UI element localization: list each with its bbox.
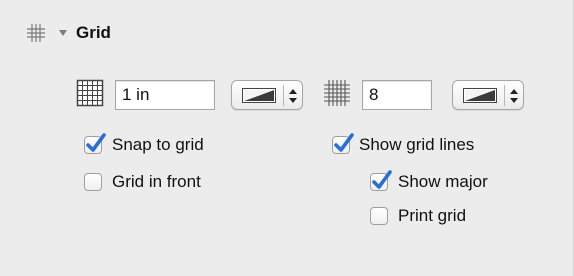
checkbox-label: Print grid bbox=[398, 206, 467, 225]
up-down-stepper-icon bbox=[510, 89, 518, 103]
checkbox-label: Grid in front bbox=[112, 172, 201, 191]
minor-line-color-popup[interactable] bbox=[452, 80, 524, 110]
checkbox-label: Show grid lines bbox=[359, 135, 475, 154]
grid-spacing-icon bbox=[76, 79, 104, 107]
grid-subdivision-icon bbox=[324, 80, 350, 106]
checkbox-box[interactable] bbox=[84, 173, 102, 191]
major-line-color-popup[interactable] bbox=[231, 80, 303, 110]
popup-separator bbox=[283, 85, 284, 106]
snap-to-grid-checkbox[interactable]: Snap to grid bbox=[84, 133, 204, 157]
checkbox-label: Snap to grid bbox=[112, 135, 204, 154]
section-header[interactable]: Grid bbox=[26, 22, 111, 44]
checkbox-box[interactable] bbox=[370, 170, 392, 191]
line-color-swatch bbox=[463, 88, 497, 103]
show-grid-lines-checkbox[interactable]: Show grid lines bbox=[332, 133, 474, 157]
line-color-swatch bbox=[242, 88, 276, 103]
checkbox-label: Show major bbox=[398, 172, 488, 191]
triangle-down-icon[interactable] bbox=[58, 28, 68, 38]
grid-subdivision-field[interactable]: 8 bbox=[362, 80, 432, 110]
up-down-stepper-icon bbox=[289, 89, 297, 103]
popup-separator bbox=[504, 85, 505, 106]
section-title: Grid bbox=[76, 23, 111, 42]
print-grid-checkbox[interactable]: Print grid bbox=[370, 204, 466, 228]
checkmark-icon bbox=[334, 133, 354, 152]
grid-spacing-field[interactable]: 1 in bbox=[115, 80, 215, 110]
show-major-checkbox[interactable]: Show major bbox=[370, 170, 488, 194]
checkmark-icon bbox=[86, 133, 106, 152]
checkbox-box[interactable] bbox=[370, 207, 388, 225]
checkbox-box[interactable] bbox=[332, 133, 354, 154]
checkmark-icon bbox=[372, 170, 392, 189]
grid-in-front-checkbox[interactable]: Grid in front bbox=[84, 170, 201, 194]
checkbox-box[interactable] bbox=[84, 133, 106, 154]
grid-icon bbox=[27, 24, 45, 42]
grid-inspector-panel: Grid 1 in 8 Snap to grid Grid in front S… bbox=[0, 0, 574, 276]
